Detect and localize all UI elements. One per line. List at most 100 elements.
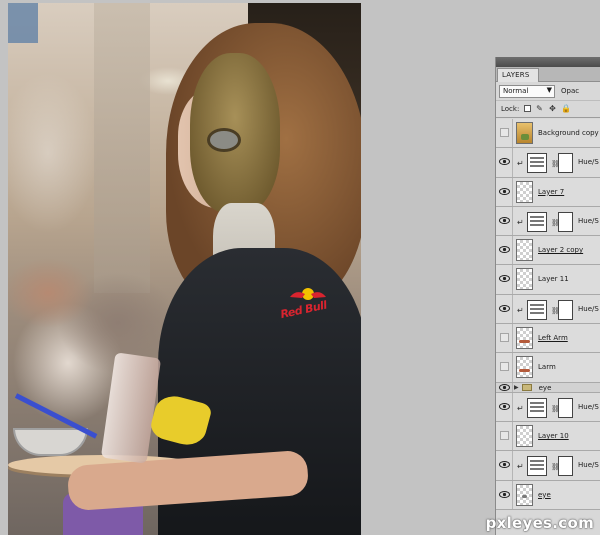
layer-name[interactable]: Hue/S	[578, 217, 599, 225]
eye-icon[interactable]	[499, 275, 510, 283]
adjustment-layer-row[interactable]: ↵ ⛓ Hue/S	[496, 294, 600, 325]
eye-icon[interactable]	[499, 246, 510, 254]
adjustment-layer-row[interactable]: ↵ ⛓ Hue/S	[496, 451, 600, 481]
clip-arrow-icon: ↵	[517, 217, 524, 227]
expand-triangle-icon[interactable]: ▶	[514, 384, 519, 391]
layer-row[interactable]: eye	[496, 480, 600, 510]
hue-saturation-icon	[527, 299, 547, 320]
visibility-toggle[interactable]	[496, 119, 513, 148]
dropdown-arrow-icon: ▼	[546, 86, 552, 94]
visibility-toggle[interactable]	[496, 382, 513, 392]
blend-row: Normal ▼ Opac	[496, 82, 600, 101]
lock-all-icon[interactable]: 🔒	[561, 104, 571, 113]
visibility-toggle[interactable]	[496, 206, 513, 236]
layer-name[interactable]: Hue/S	[578, 305, 599, 313]
layer-mask-thumbnail[interactable]	[558, 397, 573, 418]
layer-mask-thumbnail[interactable]	[558, 299, 573, 320]
layer-group-row[interactable]: ▶ eye	[496, 382, 600, 393]
layer-thumbnail	[516, 180, 533, 203]
glass-bowl	[13, 428, 88, 456]
layer-name[interactable]: Larm	[538, 363, 556, 371]
visibility-off-box[interactable]	[500, 430, 509, 440]
lock-brush-icon[interactable]: ✎	[535, 104, 544, 113]
lock-transparency-icon[interactable]	[524, 105, 531, 112]
group-name[interactable]: eye	[539, 384, 552, 392]
layer-name[interactable]: Layer 11	[538, 275, 569, 283]
adjustment-layer-row[interactable]: ↵ ⛓ Hue/S	[496, 392, 600, 422]
eye-icon[interactable]	[499, 187, 510, 195]
layer-thumbnail	[516, 327, 533, 350]
tab-layers[interactable]: LAYERS	[497, 68, 539, 82]
eye-icon[interactable]	[499, 383, 510, 391]
layer-thumbnail	[516, 424, 533, 447]
adjustment-layer-row[interactable]: ↵ ⛓ Hue/S	[496, 148, 600, 178]
layer-thumbnail	[516, 122, 533, 144]
document-canvas[interactable]	[8, 3, 361, 535]
layer-row[interactable]: Layer 7	[496, 177, 600, 207]
eye-icon[interactable]	[499, 461, 510, 469]
layer-thumbnail	[516, 239, 533, 262]
eye-icon[interactable]	[499, 158, 510, 166]
folder-icon	[521, 384, 532, 392]
visibility-toggle[interactable]	[496, 451, 513, 480]
layer-name[interactable]: Hue/S	[578, 461, 599, 469]
visibility-toggle[interactable]	[496, 421, 513, 451]
eye-icon[interactable]	[499, 304, 510, 312]
layer-row[interactable]: Layer 11	[496, 265, 600, 295]
layer-name[interactable]: Background copy	[538, 129, 599, 137]
eye-icon[interactable]	[499, 216, 510, 224]
eye-icon[interactable]	[499, 490, 510, 498]
hue-saturation-icon	[527, 153, 547, 174]
layer-thumbnail	[516, 483, 533, 506]
clip-arrow-icon: ↵	[517, 462, 524, 472]
visibility-off-box[interactable]	[500, 333, 509, 343]
layer-row[interactable]: Layer 10	[496, 421, 600, 452]
layer-row[interactable]: Left Arm	[496, 324, 600, 354]
layer-name[interactable]: Hue/S	[578, 158, 599, 166]
layer-name[interactable]: Hue/S	[578, 403, 599, 411]
lock-label: Lock:	[501, 105, 520, 113]
visibility-off-box[interactable]	[500, 128, 509, 137]
layer-row[interactable]: Background copy	[496, 119, 600, 149]
layer-name[interactable]: Layer 10	[538, 432, 569, 440]
visibility-toggle[interactable]	[496, 236, 513, 265]
panel-titlebar[interactable]	[496, 57, 600, 67]
visibility-toggle[interactable]	[496, 148, 513, 177]
clip-arrow-icon: ↵	[517, 159, 524, 169]
visibility-off-box[interactable]	[500, 362, 509, 372]
visibility-toggle[interactable]	[496, 324, 513, 353]
opacity-label: Opac	[561, 87, 580, 95]
layer-mask-thumbnail[interactable]	[558, 211, 573, 232]
blend-mode-select[interactable]: Normal ▼	[499, 85, 555, 98]
panel-tabbar: LAYERS	[496, 67, 600, 82]
visibility-toggle[interactable]	[496, 177, 513, 206]
skull-eye	[207, 128, 241, 152]
lock-move-icon[interactable]: ✥	[548, 104, 557, 113]
visibility-toggle[interactable]	[496, 265, 513, 294]
blend-mode-value: Normal	[503, 87, 529, 95]
layer-row[interactable]: Layer 2 copy	[496, 236, 600, 266]
layer-mask-thumbnail[interactable]	[558, 153, 573, 174]
layer-name[interactable]: Layer 2 copy	[538, 246, 583, 254]
visibility-toggle[interactable]	[496, 480, 513, 509]
hue-saturation-icon	[527, 456, 547, 477]
layer-name[interactable]: Left Arm	[538, 334, 568, 342]
hue-saturation-icon	[527, 397, 547, 418]
watermark-text: pxleyes.com	[485, 514, 594, 532]
background-pillar	[94, 3, 150, 293]
eye-icon[interactable]	[499, 402, 510, 410]
adjustment-layer-row[interactable]: ↵ ⛓ Hue/S	[496, 206, 600, 237]
visibility-toggle[interactable]	[496, 392, 513, 421]
background-sign	[8, 3, 38, 43]
layer-name[interactable]: eye	[538, 491, 551, 499]
visibility-toggle[interactable]	[496, 353, 513, 382]
layer-name[interactable]: Layer 7	[538, 188, 564, 196]
lock-icons: ✎ ✥ 🔒	[524, 104, 571, 113]
hue-saturation-icon	[527, 211, 547, 232]
layer-mask-thumbnail[interactable]	[558, 456, 573, 477]
clip-arrow-icon: ↵	[517, 305, 524, 315]
group-content: ▶ eye	[514, 383, 551, 393]
visibility-toggle[interactable]	[496, 294, 513, 324]
redbull-logo: Red Bull	[279, 286, 340, 326]
layer-row[interactable]: Larm	[496, 353, 600, 383]
